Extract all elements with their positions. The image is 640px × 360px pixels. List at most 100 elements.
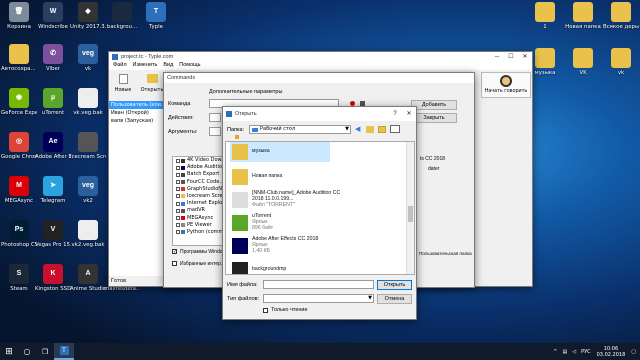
program-checkbox[interactable] — [176, 201, 180, 206]
program-list-item[interactable]: madVR — [173, 207, 226, 214]
program-list-item[interactable]: MEGAsync — [173, 215, 226, 222]
close-icon[interactable]: ✕ — [402, 109, 416, 119]
scroll-thumb[interactable] — [408, 206, 413, 222]
action-field[interactable] — [209, 113, 221, 122]
desktop-folder[interactable]: Новая папка — [565, 2, 601, 30]
desktop-icon[interactable]: backgrou... — [104, 2, 140, 30]
program-list-item[interactable]: PE Viewer — [173, 222, 226, 229]
program-list-item[interactable]: 4K Video Dow... — [173, 157, 226, 164]
maximize-icon[interactable]: ☐ — [504, 52, 518, 62]
program-checkbox[interactable] — [176, 172, 180, 177]
program-checkbox[interactable] — [176, 165, 180, 170]
open-button[interactable]: Открыть — [139, 74, 165, 98]
folder-select[interactable]: Рабочий стол ▼ — [249, 125, 351, 134]
program-checkbox[interactable] — [176, 216, 180, 220]
desktop-icon[interactable]: V Vegas Pro 15.0 (64-bit) — [35, 220, 71, 248]
desktop-folder[interactable]: VK — [565, 48, 601, 76]
new-folder-icon[interactable] — [378, 126, 386, 133]
close-icon[interactable]: ✕ — [518, 52, 532, 62]
list-item[interactable]: вапв (Запуская) — [109, 117, 166, 125]
start-talk-button[interactable]: Начать говорить — [481, 72, 531, 98]
desktop-icon[interactable]: veg vk — [70, 44, 106, 72]
desktop-icon[interactable]: 🗑 Корзина — [1, 2, 37, 30]
desktop-icon[interactable]: S Steam — [1, 264, 37, 292]
minimize-icon[interactable]: ─ — [490, 52, 504, 62]
filename-field[interactable] — [263, 280, 374, 289]
program-list-item[interactable]: FourCC Code... — [173, 179, 226, 186]
desktop-icon[interactable]: vk2.veg.bak — [70, 220, 106, 248]
desktop-folder[interactable]: 1 — [527, 2, 563, 30]
desktop-icon[interactable]: vk.veg.bak — [70, 88, 106, 116]
program-list-item[interactable]: Internet Explor... — [173, 200, 226, 207]
back-icon[interactable]: ◀ — [355, 125, 363, 133]
up-folder-icon[interactable] — [366, 126, 374, 133]
desktop-icon[interactable]: M MEGAsync — [1, 176, 37, 204]
chevron-up-icon[interactable]: ^ — [553, 349, 557, 355]
program-list-item[interactable]: Icecream Scre... — [173, 193, 226, 200]
desktop-folder[interactable]: Всякое дерьмо — [603, 2, 639, 30]
program-checkbox[interactable] — [176, 180, 180, 185]
desktop-icon[interactable]: veg vk2 — [70, 176, 106, 204]
desktop-icon[interactable]: W Windscribe — [35, 2, 71, 30]
readonly-checkbox[interactable] — [263, 308, 268, 313]
desktop-icon[interactable]: A Anime Studio Pro — [70, 264, 106, 292]
program-list-item[interactable]: Python (comma... — [173, 229, 226, 236]
filetype-select[interactable]: ▼ — [263, 294, 374, 303]
volume-icon[interactable]: ◁ — [572, 349, 576, 355]
desktop-folder[interactable]: vk — [603, 48, 639, 76]
network-icon[interactable]: ▤ — [562, 349, 567, 355]
desktop-folder-label: Новая папка — [565, 24, 601, 30]
language-indicator[interactable]: РУС — [581, 349, 591, 355]
desktop-icon[interactable]: Автосохра... Adobe After... — [1, 44, 37, 72]
notifications-icon[interactable]: ▢ — [631, 349, 636, 355]
desktop-icon[interactable]: ✆ Viber — [35, 44, 71, 72]
desktop-icon[interactable]: ◎ Google Chrome — [1, 132, 37, 160]
desktop-icon[interactable]: ◉ GeForce Experience — [1, 88, 37, 116]
close-button[interactable]: Закрыть — [411, 113, 457, 123]
program-checkbox[interactable] — [176, 187, 180, 192]
desktop-icon[interactable]: K Kingston SSD Manager — [35, 264, 71, 292]
desktop-icon[interactable]: Ae Adobe After Effects CC... — [35, 132, 71, 160]
add-button[interactable]: Добавить — [411, 100, 457, 110]
open-button[interactable]: Открыть — [377, 280, 412, 290]
program-list-item[interactable]: GraphStudioN... — [173, 186, 226, 193]
menu-help[interactable]: Помощь — [179, 62, 200, 70]
file-list-item[interactable]: backgroundmp — [230, 260, 330, 274]
program-list-item[interactable]: Batch Export — [173, 171, 226, 178]
favorites-checkbox[interactable] — [172, 261, 177, 266]
menu-file[interactable]: Файл — [113, 62, 127, 70]
desktop-icon[interactable]: T Typle — [138, 2, 174, 30]
list-item[interactable]: Пользователь (кли... — [109, 101, 166, 109]
desktop-icon[interactable]: Icecream Screen Rec... — [70, 132, 106, 160]
cancel-button[interactable]: Отмена — [377, 294, 412, 304]
file-list-item[interactable]: Новая папка — [230, 167, 330, 187]
list-item[interactable]: Иван (Открой) — [109, 109, 166, 117]
desktop-icon[interactable]: µ uTorrent — [35, 88, 71, 116]
file-list-item[interactable]: музыка — [230, 142, 330, 162]
menu-view[interactable]: Вид — [163, 62, 173, 70]
program-checkbox[interactable] — [176, 158, 180, 163]
program-checkbox[interactable] — [176, 230, 180, 235]
clock[interactable]: 10:06 03.02.2018 — [597, 346, 626, 358]
taskbar-typle-icon[interactable]: T — [54, 343, 74, 360]
task-view-icon[interactable]: ❐ — [36, 343, 54, 360]
program-checkbox[interactable] — [176, 194, 180, 199]
program-checkbox[interactable] — [176, 208, 180, 213]
programs-checkbox[interactable]: ✓ — [172, 249, 177, 255]
help-icon[interactable]: ? — [388, 109, 402, 119]
file-list-item[interactable]: uTorrent Ярлык 896 байт — [230, 213, 330, 233]
file-list-scrollbar[interactable] — [406, 142, 414, 274]
new-button[interactable]: Новые — [111, 74, 135, 98]
desktop-icon[interactable]: ➤ Telegram — [35, 176, 71, 204]
program-list-item[interactable]: Adobe Audition... — [173, 164, 226, 171]
args-field[interactable] — [209, 127, 221, 136]
file-list-item[interactable]: Adobe After Effects CC 2018 Ярлык 1,40 КБ — [230, 236, 330, 256]
start-button[interactable]: ⊞ — [0, 343, 18, 360]
search-icon[interactable]: ○ — [18, 343, 36, 360]
desktop-icon[interactable]: ◆ Unity 2017.3.0f3 — [70, 2, 106, 30]
menu-edit[interactable]: Изменить — [133, 62, 158, 70]
program-checkbox[interactable] — [176, 223, 180, 228]
file-list-item[interactable]: [NNM-Club.name]_Adobe Audition CC 2018 1… — [230, 190, 340, 210]
view-menu-icon[interactable] — [390, 125, 400, 133]
desktop-icon[interactable]: Ps Photoshop CS6 x64 — [1, 220, 37, 248]
